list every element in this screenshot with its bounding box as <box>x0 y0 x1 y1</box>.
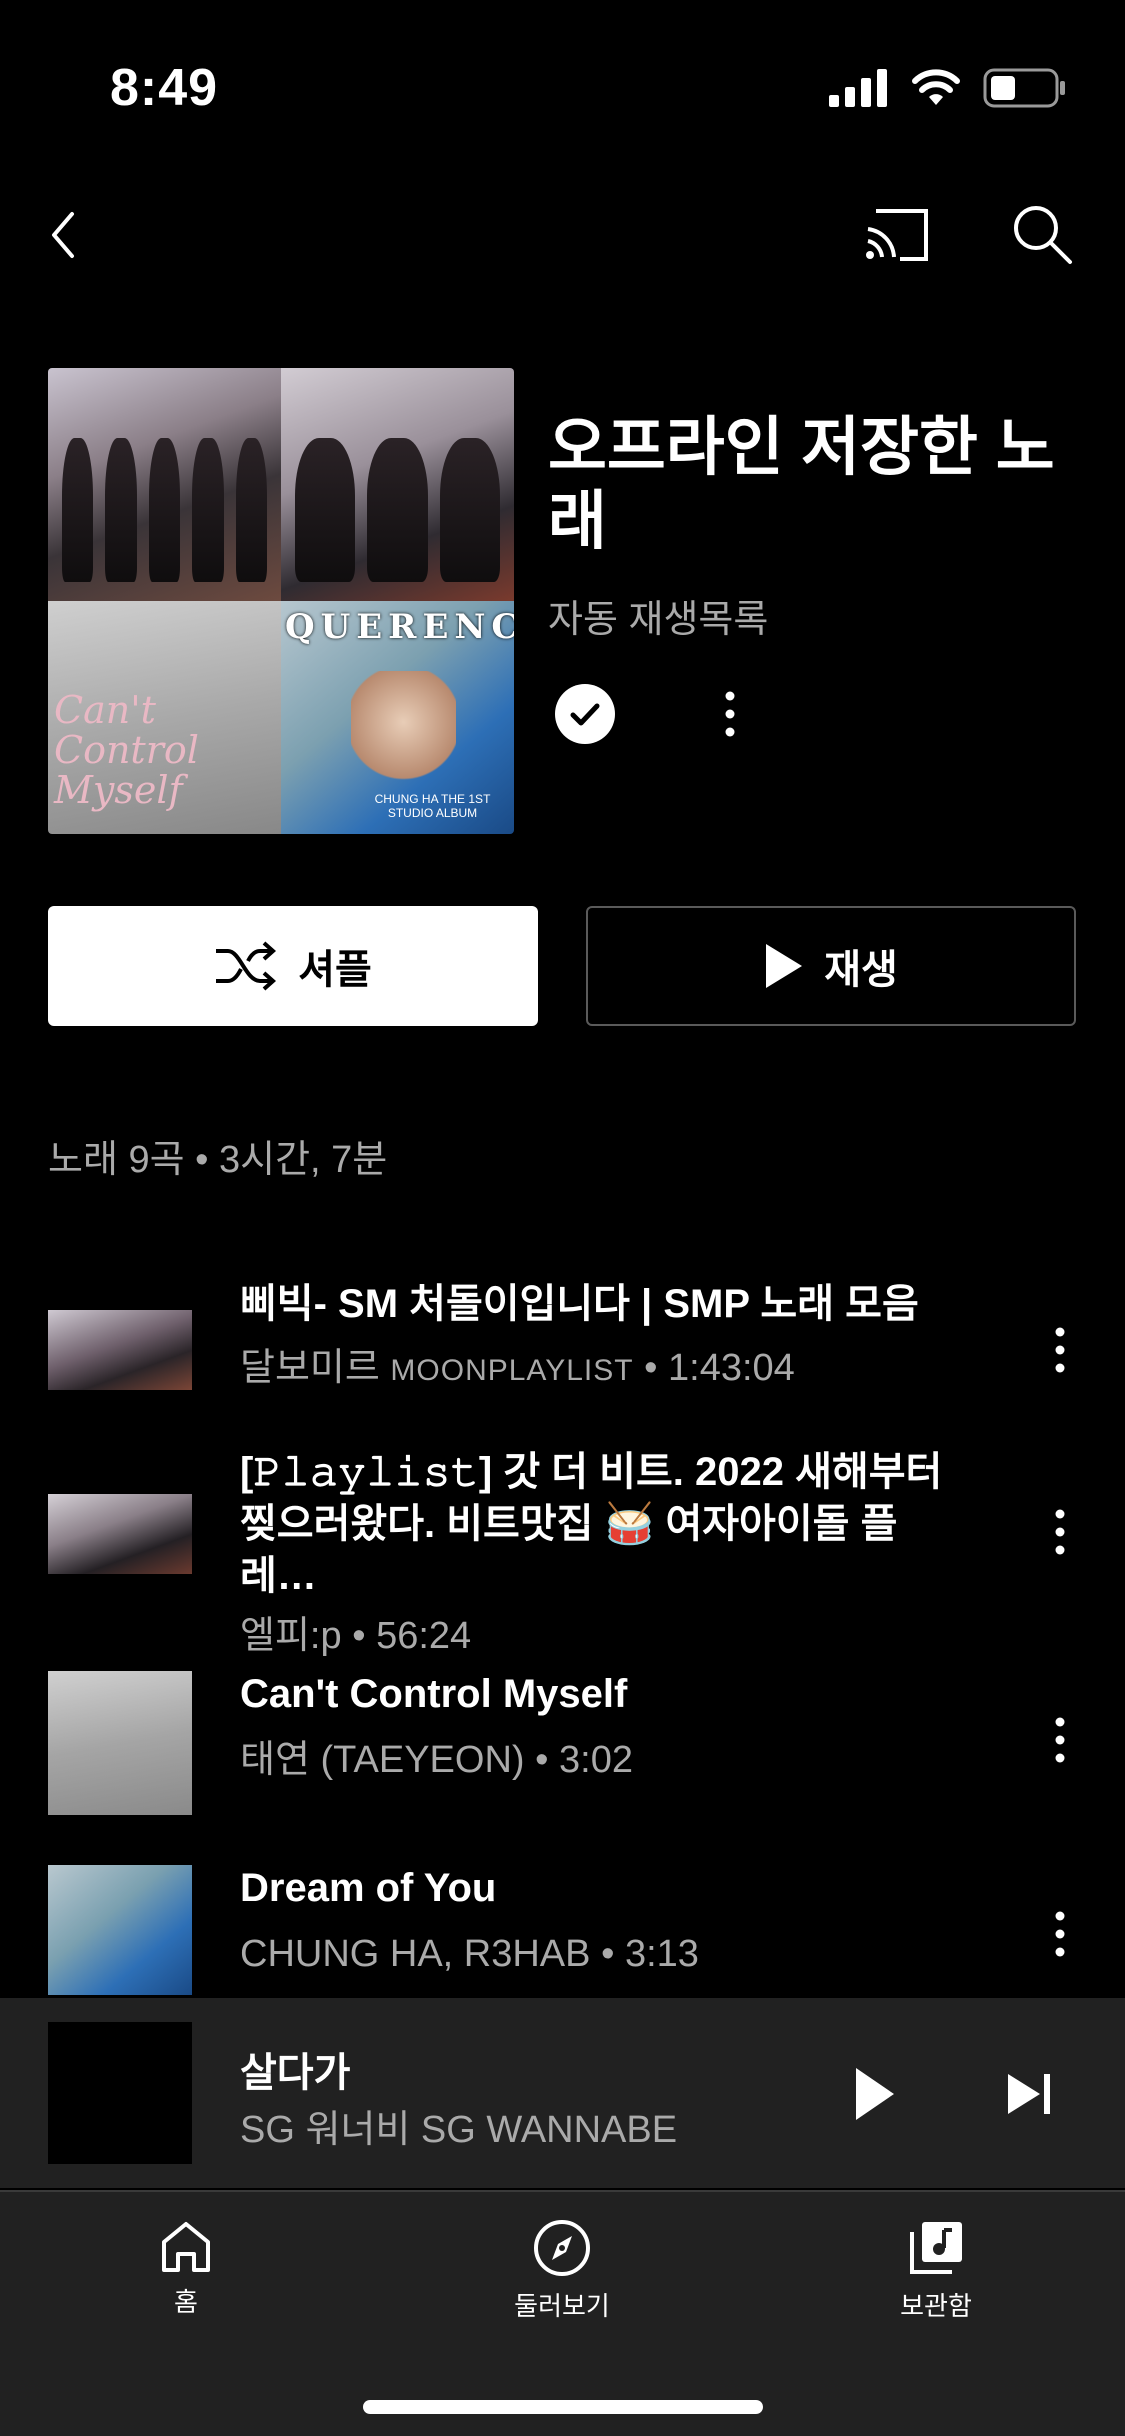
wifi-icon <box>912 69 960 105</box>
track-more-button[interactable] <box>1040 1904 1080 1964</box>
track-subtitle: 엘피:p • 56:24 <box>240 1610 960 1662</box>
track-artist: 태연 (TAEYEON) <box>240 1739 525 1781</box>
search-icon <box>1014 206 1072 264</box>
cover-tile-caption: Can't Control Myself <box>54 688 199 812</box>
cover-tile: Can't Control Myself <box>48 601 281 834</box>
track-row[interactable]: 삐빅- SM 처돌이입니다 | SMP 노래 모음 달보미르 MOONPLAYL… <box>0 1278 1125 1428</box>
mini-player-play-button[interactable] <box>850 2064 900 2124</box>
play-all-button[interactable]: 재생 <box>586 906 1076 1026</box>
track-subtitle: CHUNG HA, R3HAB • 3:13 <box>240 1928 960 1980</box>
mini-player[interactable]: 살다가 SG 워너비 SG WANNABE <box>0 1998 1125 2188</box>
more-vertical-icon <box>1055 1509 1065 1555</box>
separator: • <box>601 1933 615 1975</box>
home-indicator[interactable] <box>363 2400 763 2414</box>
compass-icon <box>534 2220 590 2276</box>
track-duration: 1:43:04 <box>668 1347 795 1389</box>
track-thumbnail <box>48 1310 192 1390</box>
nav-item-library[interactable]: 보관함 <box>836 2218 1036 2323</box>
skip-next-icon <box>1008 2074 1050 2114</box>
track-more-button[interactable] <box>1040 1710 1080 1770</box>
mini-player-next-button[interactable] <box>1004 2068 1056 2120</box>
chevron-left-icon <box>52 212 74 258</box>
track-duration: 3:02 <box>559 1739 633 1781</box>
cover-tile: QUERENCIA CHUNG HA THE 1ST STUDIO ALBUM <box>281 601 514 834</box>
track-artist: 달보미르 <box>240 1347 380 1389</box>
saved-to-library-button[interactable] <box>555 684 615 744</box>
cover-tile-subtitle: CHUNG HA THE 1ST STUDIO ALBUM <box>374 792 491 820</box>
track-artist-extra: MOONPLAYLIST <box>390 1354 634 1387</box>
nav-item-explore[interactable]: 둘러보기 <box>462 2218 662 2323</box>
cellular-signal-icon <box>829 69 887 107</box>
shuffle-label: 셔플 <box>298 948 372 992</box>
play-label: 재생 <box>824 948 898 992</box>
status-time: 8:49 <box>110 59 219 117</box>
cast-button[interactable] <box>862 205 932 265</box>
play-icon <box>766 944 803 988</box>
track-more-button[interactable] <box>1040 1502 1080 1562</box>
track-thumbnail <box>48 1671 192 1815</box>
nav-label-library: 보관함 <box>900 2291 972 2321</box>
back-button[interactable] <box>48 200 98 270</box>
check-circle-icon <box>570 703 600 726</box>
separator: • <box>535 1739 549 1781</box>
cover-tile <box>281 368 514 601</box>
track-title: Can't Control Myself <box>240 1672 628 1716</box>
track-title: [𝙿𝚕𝚊𝚢𝚕𝚒𝚜𝚝] 갓 더 비트. 2022 새해부터 찢으러왔다. 비트맛집… <box>240 1450 943 1598</box>
nav-label-home: 홈 <box>174 2287 198 2317</box>
playlist-more-button[interactable] <box>710 684 750 744</box>
shuffle-button[interactable]: 셔플 <box>48 906 538 1026</box>
search-button[interactable] <box>1008 200 1078 270</box>
cast-icon <box>866 209 928 261</box>
separator: • <box>644 1347 658 1389</box>
nav-label-explore: 둘러보기 <box>514 2291 610 2321</box>
playlist-title: 오프라인 저장한 노래 <box>548 411 1055 557</box>
mini-player-thumbnail <box>48 2022 192 2164</box>
track-subtitle: 달보미르 MOONPLAYLIST • 1:43:04 <box>240 1342 960 1397</box>
track-duration: 56:24 <box>376 1615 472 1657</box>
track-duration: 3:13 <box>624 1933 699 1975</box>
track-artist: 엘피:p <box>240 1615 342 1657</box>
shuffle-icon <box>216 941 277 991</box>
track-row[interactable]: Can't Control Myself 태연 (TAEYEON) • 3:02 <box>0 1668 1125 1818</box>
playlist-type: 자동 재생목록 <box>548 599 769 641</box>
track-artist: CHUNG HA, R3HAB <box>240 1933 591 1975</box>
playlist-summary: 노래 9곡 • 3시간, 7분 <box>48 1139 388 1181</box>
cover-tile <box>48 368 281 601</box>
mini-player-artist: SG 워너비 SG WANNABE <box>240 2109 678 2151</box>
more-vertical-icon <box>1055 1327 1065 1373</box>
track-thumbnail <box>48 1494 192 1574</box>
track-row[interactable]: [𝙿𝚕𝚊𝚢𝚕𝚒𝚜𝚝] 갓 더 비트. 2022 새해부터 찢으러왔다. 비트맛집… <box>0 1446 1125 1657</box>
track-subtitle: 태연 (TAEYEON) • 3:02 <box>240 1734 960 1786</box>
cover-tile-title: QUERENCIA <box>285 607 514 647</box>
nav-item-home[interactable]: 홈 <box>86 2218 286 2319</box>
play-icon <box>856 2068 894 2120</box>
separator: • <box>352 1615 366 1657</box>
status-bar: 8:49 <box>0 0 1125 150</box>
more-vertical-icon <box>1055 1717 1065 1763</box>
track-row[interactable]: Dream of You CHUNG HA, R3HAB • 3:13 <box>0 1862 1125 2012</box>
library-icon <box>910 2222 962 2274</box>
home-icon <box>162 2222 210 2272</box>
more-vertical-icon <box>725 691 735 737</box>
track-title: Dream of You <box>240 1866 497 1910</box>
mini-player-title: 살다가 <box>240 2051 351 2095</box>
track-title: 삐빅- SM 처돌이입니다 | SMP 노래 모음 <box>240 1282 919 1326</box>
battery-icon <box>983 68 1065 108</box>
track-more-button[interactable] <box>1040 1320 1080 1380</box>
track-thumbnail <box>48 1865 192 1995</box>
more-vertical-icon <box>1055 1911 1065 1957</box>
playlist-cover-collage: Can't Control Myself QUERENCIA CHUNG HA … <box>48 368 514 834</box>
status-icons <box>829 64 1067 112</box>
